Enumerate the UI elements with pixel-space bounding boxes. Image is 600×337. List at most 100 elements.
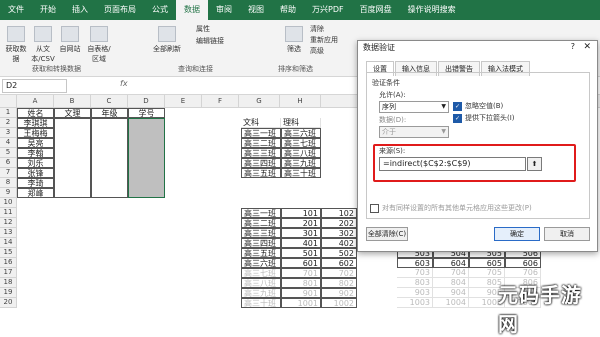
fx-icon[interactable]: fx: [120, 79, 128, 88]
properties-button[interactable]: 属性: [196, 24, 236, 34]
cell-g2[interactable]: 文科: [241, 118, 281, 128]
table-cell[interactable]: 201: [281, 218, 321, 228]
table-row-label[interactable]: 高三八班: [241, 278, 281, 288]
row-header[interactable]: 10: [0, 198, 17, 208]
table-cell[interactable]: 301: [281, 228, 321, 238]
table-row-label[interactable]: 高三七班: [241, 268, 281, 278]
table-cell[interactable]: 601: [281, 258, 321, 268]
row-header[interactable]: 14: [0, 238, 17, 248]
reapply-button[interactable]: 重新应用: [310, 35, 354, 45]
name-box[interactable]: D2: [2, 79, 67, 93]
col-header-f[interactable]: F: [202, 95, 239, 108]
tab-insert[interactable]: 插入: [64, 0, 96, 20]
cell-a4[interactable]: 吴亮: [17, 138, 54, 148]
table-cell[interactable]: 102: [321, 208, 357, 218]
table-row-label[interactable]: 高三三班: [241, 228, 281, 238]
get-data-button[interactable]: 获取数据: [4, 26, 28, 64]
cell-a7[interactable]: 张锋: [17, 168, 54, 178]
row-header[interactable]: 6: [0, 158, 17, 168]
advanced-button[interactable]: 高级: [310, 46, 350, 56]
cell-g4[interactable]: 高三二班: [241, 138, 281, 148]
cell-g3[interactable]: 高三一班: [241, 128, 281, 138]
table-cell[interactable]: 603: [397, 258, 433, 268]
table-cell[interactable]: 902: [321, 288, 357, 298]
table-cell[interactable]: 605: [469, 258, 505, 268]
col-header-d[interactable]: D: [128, 95, 165, 108]
table-cell[interactable]: 904: [433, 288, 469, 298]
row-header[interactable]: 2: [0, 118, 17, 128]
apply-all-checkbox[interactable]: 对有同样设置的所有其他单元格应用这些更改(P): [370, 203, 532, 213]
table-row-label[interactable]: 高三九班: [241, 288, 281, 298]
row-header[interactable]: 20: [0, 298, 17, 308]
row-header[interactable]: 8: [0, 178, 17, 188]
table-cell[interactable]: 703: [397, 268, 433, 278]
range-b2-b9[interactable]: [54, 118, 91, 198]
from-web-button[interactable]: 自网站: [58, 26, 82, 54]
table-row-label[interactable]: 高三十班: [241, 298, 281, 308]
tab-data[interactable]: 数据: [176, 0, 208, 20]
table-cell[interactable]: 1003: [397, 298, 433, 308]
table-cell[interactable]: 502: [321, 248, 357, 258]
table-row-label[interactable]: 高三六班: [241, 258, 281, 268]
row-header[interactable]: 16: [0, 258, 17, 268]
col-header-c[interactable]: C: [91, 95, 128, 108]
cell-g7[interactable]: 高三五班: [241, 168, 281, 178]
col-header-g[interactable]: G: [239, 95, 280, 108]
table-cell[interactable]: 903: [397, 288, 433, 298]
cell-h4[interactable]: 高三七班: [281, 138, 321, 148]
row-header[interactable]: 9: [0, 188, 17, 198]
cell-d1[interactable]: 学号: [128, 108, 165, 118]
table-row-label[interactable]: 高三一班: [241, 208, 281, 218]
ignore-blank-checkbox[interactable]: ✓ 忽略空值(B): [453, 101, 503, 111]
row-header[interactable]: 3: [0, 128, 17, 138]
table-cell[interactable]: 706: [505, 268, 541, 278]
selected-range-d2-d9[interactable]: [128, 118, 165, 198]
table-cell[interactable]: 606: [505, 258, 541, 268]
table-row-label[interactable]: 高三二班: [241, 218, 281, 228]
tab-baidu[interactable]: 百度网盘: [352, 0, 400, 20]
table-cell[interactable]: 1004: [433, 298, 469, 308]
cell-a6[interactable]: 刘乐: [17, 158, 54, 168]
tab-pdf[interactable]: 万兴PDF: [304, 0, 352, 20]
from-table-button[interactable]: 自表格/区域: [84, 26, 114, 64]
tab-file[interactable]: 文件: [0, 0, 32, 20]
tab-help[interactable]: 帮助: [272, 0, 304, 20]
cell-h7[interactable]: 高三十班: [281, 168, 321, 178]
table-cell[interactable]: 701: [281, 268, 321, 278]
table-cell[interactable]: 705: [469, 268, 505, 278]
tab-page-layout[interactable]: 页面布局: [96, 0, 144, 20]
tab-home[interactable]: 开始: [32, 0, 64, 20]
cancel-button[interactable]: 取消: [544, 227, 590, 241]
cell-b1[interactable]: 文理: [54, 108, 91, 118]
cell-a8[interactable]: 李琦: [17, 178, 54, 188]
tab-review[interactable]: 审阅: [208, 0, 240, 20]
col-header-a[interactable]: A: [17, 95, 54, 108]
cell-c1[interactable]: 年级: [91, 108, 128, 118]
tell-me-search[interactable]: 操作说明搜索: [400, 0, 464, 20]
table-cell[interactable]: 802: [321, 278, 357, 288]
ok-button[interactable]: 确定: [494, 227, 540, 241]
table-cell[interactable]: 801: [281, 278, 321, 288]
row-header[interactable]: 4: [0, 138, 17, 148]
filter-button[interactable]: 筛选: [284, 26, 304, 54]
col-header-b[interactable]: B: [54, 95, 91, 108]
cell-a1[interactable]: 姓名: [17, 108, 54, 118]
cell-h2[interactable]: 理科: [281, 118, 321, 128]
table-cell[interactable]: 901: [281, 288, 321, 298]
tab-formulas[interactable]: 公式: [144, 0, 176, 20]
table-cell[interactable]: 604: [433, 258, 469, 268]
from-text-csv-button[interactable]: 从文本/CSV: [30, 26, 56, 64]
help-icon[interactable]: ?: [571, 42, 575, 51]
data-select[interactable]: 介于 ▼: [379, 126, 449, 138]
row-header[interactable]: 12: [0, 218, 17, 228]
row-header[interactable]: 5: [0, 148, 17, 158]
table-cell[interactable]: 401: [281, 238, 321, 248]
table-cell[interactable]: 804: [433, 278, 469, 288]
edit-links-button[interactable]: 编辑链接: [196, 36, 240, 46]
row-header[interactable]: 17: [0, 268, 17, 278]
close-icon[interactable]: ✕: [583, 42, 591, 52]
cell-g5[interactable]: 高三三班: [241, 148, 281, 158]
table-cell[interactable]: 501: [281, 248, 321, 258]
table-cell[interactable]: 202: [321, 218, 357, 228]
clear-button[interactable]: 清除: [310, 24, 350, 34]
